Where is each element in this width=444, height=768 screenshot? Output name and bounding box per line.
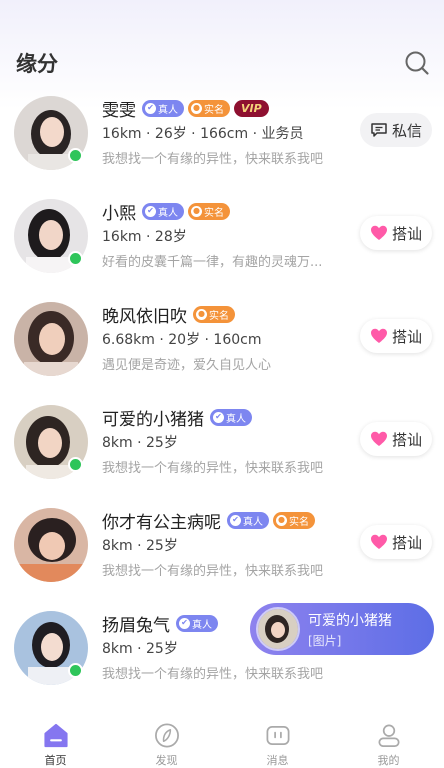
verified-name-badge: ● 实名 — [273, 511, 315, 529]
greet-button[interactable]: 搭讪 — [360, 525, 432, 559]
header: 缘分 — [0, 44, 444, 84]
user-card[interactable]: 小熙 ✔ 真人 ● 实名 16km · 28岁 好看的皮囊千篇一律，有趣的灵魂万..… — [0, 195, 444, 298]
user-name: 雯雯 — [102, 100, 136, 121]
user-name: 你才有公主病呢 — [102, 512, 221, 533]
private-message-button[interactable]: 私信 — [360, 113, 432, 147]
user-name: 晚风依旧吹 — [102, 306, 187, 327]
tab-label: 消息 — [266, 754, 289, 767]
heart-icon — [370, 431, 387, 446]
tab-profile[interactable]: 我的 — [333, 710, 444, 768]
avatar[interactable] — [14, 508, 88, 582]
user-card[interactable]: 可爱的小猪猪 ✔ 真人 8km · 25岁 我想找一个有缘的异性，快来联系我吧 搭… — [0, 401, 444, 504]
shield-check-icon: ✔ — [145, 205, 156, 217]
page-title: 缘分 — [16, 52, 58, 76]
user-info: 16km · 28岁 — [102, 229, 187, 245]
user-info: 16km · 26岁 · 166cm · 业务员 — [102, 126, 304, 142]
name-line: 你才有公主病呢 ✔ 真人 ● 实名 — [102, 508, 315, 533]
name-line: 扬眉兔气 ✔ 真人 — [102, 611, 218, 636]
user-card[interactable]: 晚风依旧吹 ● 实名 6.68km · 20岁 · 160cm 遇见便是奇迹，爱久… — [0, 298, 444, 401]
real-person-badge: ✔ 真人 — [227, 511, 269, 529]
name-line: 可爱的小猪猪 ✔ 真人 — [102, 405, 252, 430]
online-status-dot — [68, 457, 83, 472]
heart-icon — [370, 534, 387, 549]
greet-button[interactable]: 搭讪 — [360, 319, 432, 353]
user-description: 好看的皮囊千篇一律，有趣的灵魂万... — [102, 255, 323, 270]
verified-name-badge: ● 实名 — [188, 99, 230, 117]
profile-icon — [377, 724, 400, 747]
real-person-badge: ✔ 真人 — [142, 99, 184, 117]
user-description: 我想找一个有缘的异性，快来联系我吧 — [102, 564, 324, 579]
user-info: 6.68km · 20岁 · 160cm — [102, 332, 262, 348]
name-line: 雯雯 ✔ 真人 ● 实名 VIP — [102, 96, 269, 121]
tab-home[interactable]: 首页 — [0, 710, 111, 768]
tab-label: 首页 — [44, 754, 67, 767]
user-description: 我想找一个有缘的异性，快来联系我吧 — [102, 667, 324, 682]
message-notification-popup[interactable]: 可爱的小猪猪 [图片] — [250, 603, 434, 655]
online-status-dot — [68, 148, 83, 163]
popup-message-text: [图片] — [308, 634, 342, 648]
verified-name-badge: ● 实名 — [188, 202, 230, 220]
greet-button[interactable]: 搭讪 — [360, 216, 432, 250]
message-icon — [266, 725, 289, 746]
user-name: 小熙 — [102, 203, 136, 224]
vip-badge: VIP — [234, 99, 269, 117]
heart-icon — [370, 328, 387, 343]
search-icon[interactable] — [404, 50, 430, 76]
shield-check-icon: ✔ — [230, 514, 241, 526]
home-icon — [43, 723, 68, 748]
avatar[interactable] — [14, 302, 88, 376]
user-description: 我想找一个有缘的异性，快来联系我吧 — [102, 152, 324, 167]
online-status-dot — [68, 663, 83, 678]
tab-discover[interactable]: 发现 — [111, 710, 222, 768]
real-person-badge: ✔ 真人 — [176, 614, 218, 632]
heart-icon — [370, 225, 387, 240]
user-card[interactable]: 你才有公主病呢 ✔ 真人 ● 实名 8km · 25岁 我想找一个有缘的异性，快来联… — [0, 504, 444, 607]
user-name: 扬眉兔气 — [102, 615, 170, 636]
popup-sender-name: 可爱的小猪猪 — [308, 613, 392, 629]
user-description: 我想找一个有缘的异性，快来联系我吧 — [102, 461, 324, 476]
person-icon: ● — [276, 514, 287, 526]
greet-button[interactable]: 搭讪 — [360, 422, 432, 456]
online-status-dot — [68, 251, 83, 266]
user-info: 8km · 25岁 — [102, 435, 178, 451]
real-person-badge: ✔ 真人 — [142, 202, 184, 220]
name-line: 晚风依旧吹 ● 实名 — [102, 302, 235, 327]
discover-icon — [154, 723, 179, 748]
bottom-tab-bar: 首页 发现 消息 我的 — [0, 710, 444, 768]
user-name: 可爱的小猪猪 — [102, 409, 204, 430]
shield-check-icon: ✔ — [145, 102, 156, 114]
shield-check-icon: ✔ — [213, 411, 224, 423]
user-info: 8km · 25岁 — [102, 538, 178, 554]
user-card[interactable]: 雯雯 ✔ 真人 ● 实名 VIP 16km · 26岁 · 166cm · 业务员 … — [0, 92, 444, 195]
user-description: 遇见便是奇迹，爱久自见人心 — [102, 358, 272, 373]
tab-label: 我的 — [377, 754, 400, 767]
tab-label: 发现 — [155, 754, 178, 767]
real-person-badge: ✔ 真人 — [210, 408, 252, 426]
popup-avatar — [256, 607, 300, 651]
message-icon — [371, 123, 387, 137]
shield-check-icon: ✔ — [179, 617, 190, 629]
person-icon: ● — [191, 205, 202, 217]
verified-name-badge: ● 实名 — [193, 305, 235, 323]
tab-messages[interactable]: 消息 — [222, 710, 333, 768]
person-icon: ● — [191, 102, 202, 114]
user-info: 8km · 25岁 — [102, 641, 178, 657]
name-line: 小熙 ✔ 真人 ● 实名 — [102, 199, 230, 224]
person-icon: ● — [196, 308, 207, 320]
